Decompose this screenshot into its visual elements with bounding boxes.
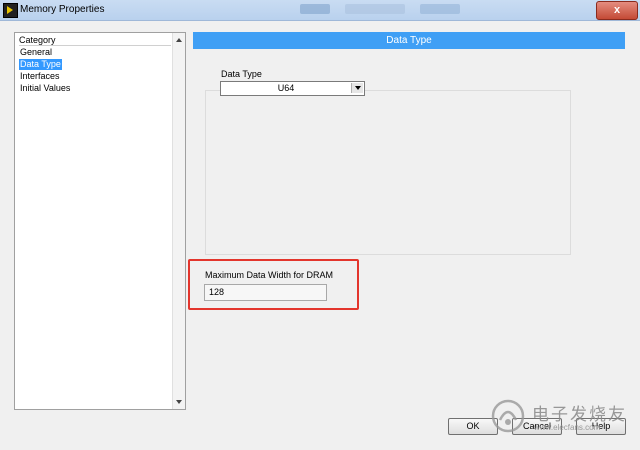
category-scrollbar[interactable] [172,33,185,409]
dram-width-field: 128 [204,284,327,301]
watermark-url: www.elecfans.com [534,423,601,432]
scroll-up-icon[interactable] [176,38,182,42]
data-type-value: U64 [277,83,295,93]
labview-app-icon [3,3,18,18]
elecfans-logo-icon [491,399,525,433]
chevron-down-icon[interactable] [351,83,363,93]
data-type-label: Data Type [221,69,262,79]
background-toolbar-ghost [420,4,460,14]
dram-width-value: 128 [209,287,225,297]
scroll-down-icon[interactable] [176,400,182,404]
close-button[interactable]: x [596,1,638,20]
category-list[interactable]: Category General Data Type Interfaces In… [14,32,186,410]
section-title: Data Type [193,32,625,49]
background-toolbar-ghost [300,4,330,14]
background-toolbar-ghost [345,4,405,14]
category-item-initial-values[interactable]: Initial Values [19,83,71,94]
title-bar: Memory Properties x [0,0,640,21]
dram-width-label: Maximum Data Width for DRAM [205,270,334,280]
category-header: Category [19,35,171,46]
window-title: Memory Properties [20,4,105,15]
category-item-interfaces[interactable]: Interfaces [19,71,61,82]
watermark-name: 电子发烧友 [532,405,627,424]
category-item-data-type[interactable]: Data Type [19,59,62,70]
watermark: 电子发烧友 www.elecfans.com [490,396,630,442]
data-type-select[interactable]: U64 [220,81,365,96]
category-item-general[interactable]: General [19,47,53,58]
data-type-options-group [205,90,571,255]
